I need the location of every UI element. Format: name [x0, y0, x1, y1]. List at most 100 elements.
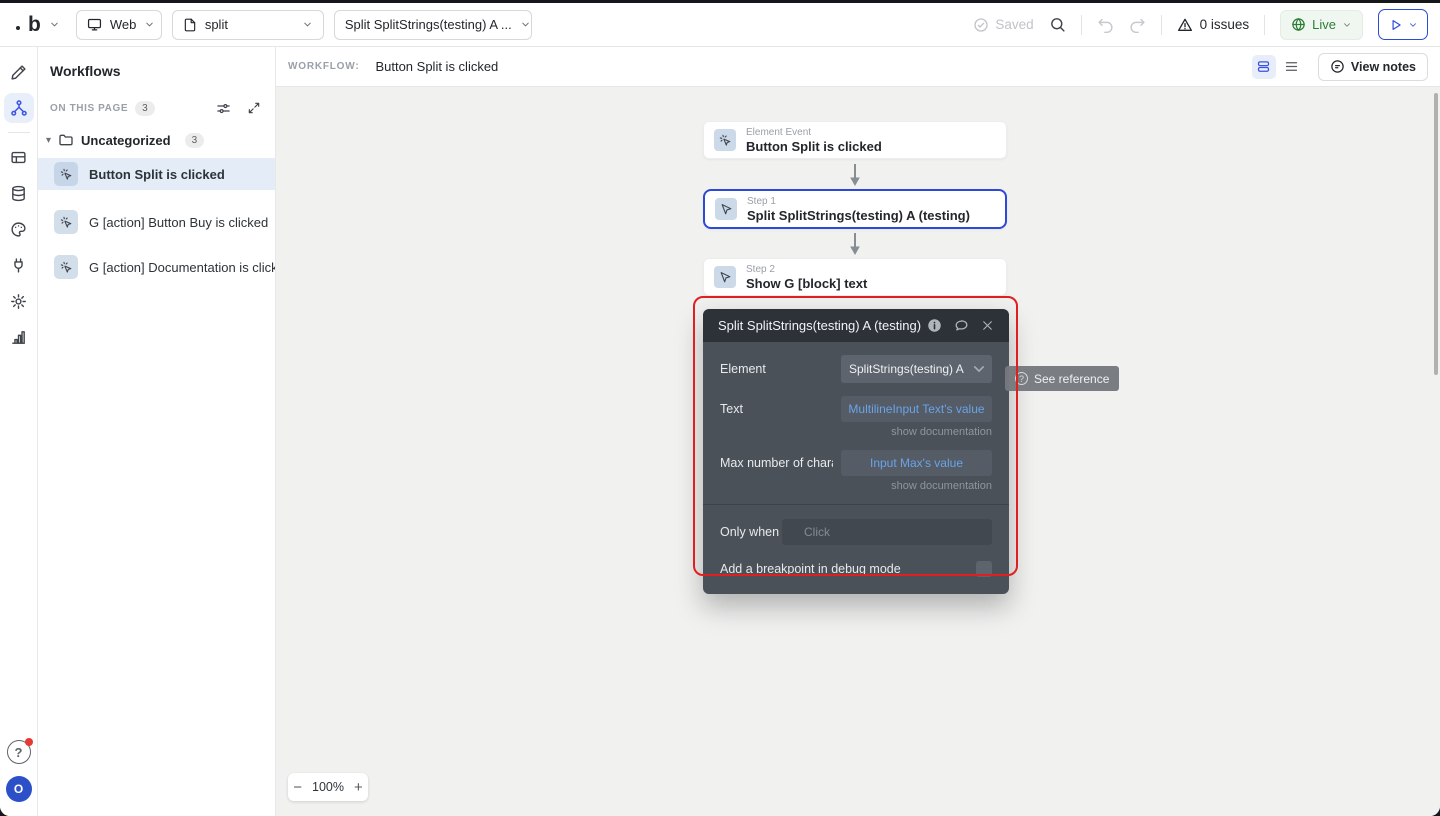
help-icon[interactable]: ?	[6, 738, 33, 764]
zoom-in-button[interactable]: +	[354, 780, 363, 795]
pointer-click-icon	[54, 210, 78, 234]
on-this-page-section: ON THIS PAGE 3	[50, 101, 261, 116]
view-notes-button[interactable]: View notes	[1317, 52, 1428, 81]
workflow-selector-label: Split SplitStrings(testing) A ...	[344, 17, 512, 32]
preview-run-button[interactable]	[1378, 9, 1428, 40]
redo-icon[interactable]	[1129, 16, 1146, 33]
popup-header[interactable]: Split SplitStrings(testing) A (testing)	[703, 309, 1009, 342]
popup-title: Split SplitStrings(testing) A (testing)	[718, 318, 921, 333]
chevron-down-icon	[520, 19, 531, 30]
top-bar-right: Saved 0 issues Live	[973, 9, 1428, 40]
text-expression-field[interactable]: MultilineInput Text's value	[841, 396, 992, 422]
zoom-level: 100%	[312, 780, 344, 794]
page-file-icon	[183, 18, 197, 32]
show-documentation-link[interactable]: show documentation	[720, 426, 992, 438]
view-notes-label: View notes	[1350, 59, 1416, 74]
warning-triangle-icon	[1177, 17, 1193, 33]
undo-icon[interactable]	[1097, 16, 1114, 33]
zoom-out-button[interactable]: −	[293, 780, 302, 795]
design-tab-pencil-icon[interactable]	[4, 57, 34, 87]
folder-name: Uncategorized	[81, 132, 171, 148]
left-icon-rail: ? O	[0, 47, 38, 816]
user-avatar[interactable]: O	[5, 776, 32, 802]
element-label: Element	[720, 362, 766, 376]
workflow-event-node[interactable]: Element Event Button Split is clicked	[703, 121, 1007, 159]
pointer-click-icon	[714, 129, 736, 151]
workflow-item-label: Button Split is clicked	[89, 166, 225, 182]
page-label: split	[204, 17, 228, 32]
max-chars-expression-field[interactable]: Input Max's value	[841, 450, 992, 476]
screen: b Web split Split SplitStrings(testing) …	[0, 3, 1440, 816]
divider	[1160, 14, 1162, 35]
top-bar: b Web split Split SplitStrings(testing) …	[0, 3, 1440, 47]
zoom-control: − 100% +	[288, 773, 368, 801]
text-label: Text	[720, 402, 743, 416]
globe-icon	[1291, 17, 1306, 32]
see-reference-label: See reference	[1034, 371, 1110, 386]
platform-label: Web	[109, 17, 137, 32]
caret-down-icon: ▾	[46, 134, 52, 146]
expand-icon[interactable]	[247, 101, 261, 116]
canvas-area: WORKFLOW: Button Split is clicked View n…	[276, 47, 1440, 816]
data-tab-database-icon[interactable]	[4, 178, 34, 208]
caret-down-icon	[974, 365, 984, 373]
platform-selector[interactable]: Web	[75, 9, 162, 40]
search-icon[interactable]	[1049, 16, 1066, 33]
folder-icon	[58, 132, 74, 148]
comment-bubble-icon[interactable]	[954, 318, 969, 333]
logs-tab-chart-icon[interactable]	[4, 322, 34, 352]
flow-arrow-down-icon	[848, 163, 862, 187]
close-icon[interactable]	[981, 319, 994, 332]
components-tab-icon[interactable]	[4, 142, 34, 172]
only-when-input[interactable]: Click	[782, 519, 992, 545]
chevron-down-icon	[1408, 20, 1418, 30]
workflow-list-item[interactable]: G [action] Button Buy is clicked	[38, 206, 275, 238]
workflow-selector[interactable]: Split SplitStrings(testing) A ...	[333, 9, 532, 40]
workflow-item-label: G [action] Button Buy is clicked	[89, 214, 269, 230]
saved-status: Saved	[973, 17, 1034, 33]
settings-tab-gear-icon[interactable]	[4, 286, 34, 316]
issues-indicator[interactable]: 0 issues	[1177, 17, 1249, 33]
breakpoint-label: Add a breakpoint in debug mode	[720, 562, 901, 576]
flow-arrow-down-icon	[848, 232, 862, 256]
breakpoint-checkbox[interactable]	[976, 561, 992, 577]
question-circle-icon: ?	[1015, 372, 1028, 385]
bubble-logo-menu[interactable]: b	[12, 14, 66, 35]
workflow-list-item[interactable]: G [action] Documentation is click...	[38, 251, 275, 283]
popup-body: Element SplitStrings(testing) A Text Mul…	[703, 342, 1009, 594]
see-reference-tooltip[interactable]: ? See reference	[1005, 366, 1120, 391]
list-view-toggle-icon[interactable]	[1280, 55, 1304, 79]
divider	[1080, 14, 1082, 35]
node-kind-label: Element Event	[746, 126, 812, 138]
node-title: Show G [block] text	[746, 275, 868, 291]
max-chars-expression-value: Input Max's value	[869, 456, 963, 470]
workflow-list-item[interactable]: Button Split is clicked	[38, 158, 275, 190]
max-chars-label: Max number of chara	[720, 456, 833, 470]
check-circle-icon	[973, 17, 989, 33]
vertical-scrollbar[interactable]	[1434, 93, 1438, 375]
folder-uncategorized[interactable]: ▾ Uncategorized 3	[46, 132, 275, 148]
workflows-tab-tree-icon[interactable]	[3, 93, 34, 123]
live-environment-button[interactable]: Live	[1280, 9, 1363, 40]
styles-tab-palette-icon[interactable]	[4, 214, 34, 244]
live-label: Live	[1312, 17, 1336, 32]
element-dropdown[interactable]: SplitStrings(testing) A	[841, 355, 992, 383]
pointer-click-icon	[54, 162, 78, 186]
node-title: Split SplitStrings(testing) A (testing)	[747, 207, 970, 223]
workflow-step2-node[interactable]: Step 2 Show G [block] text	[703, 258, 1007, 296]
page-selector[interactable]: split	[171, 9, 324, 40]
card-view-toggle-icon[interactable]	[1251, 54, 1276, 79]
workflow-title: Button Split is clicked	[375, 59, 499, 74]
rail-divider	[7, 132, 30, 133]
workflow-canvas[interactable]: Element Event Button Split is clicked St…	[276, 87, 1440, 816]
element-dropdown-value: SplitStrings(testing) A	[849, 362, 964, 376]
info-icon[interactable]	[927, 318, 942, 333]
plugins-tab-plug-icon[interactable]	[4, 250, 34, 280]
folder-count-badge: 3	[184, 132, 205, 148]
show-documentation-link[interactable]: show documentation	[720, 480, 992, 492]
logo-dot	[16, 26, 20, 30]
filter-sliders-icon[interactable]	[216, 101, 231, 116]
workflow-step1-node[interactable]: Step 1 Split SplitStrings(testing) A (te…	[703, 189, 1007, 229]
play-icon	[1389, 18, 1403, 32]
pointer-icon	[714, 266, 736, 288]
